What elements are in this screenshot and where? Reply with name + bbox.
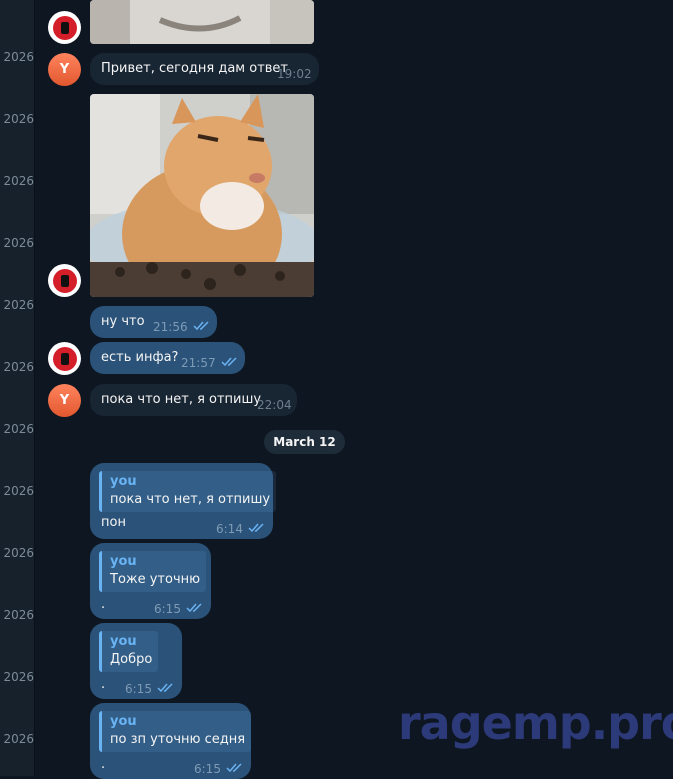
sidebar-year: 2026: [3, 236, 34, 250]
message-time: 6:15: [194, 762, 221, 776]
quote-author: you: [110, 474, 137, 489]
sidebar-year: 2026: [3, 112, 34, 126]
message-bubble-incoming[interactable]: пока что нет, я отпишу 22:04: [90, 384, 297, 416]
quote-author: you: [110, 634, 137, 649]
message-time: 21:56: [153, 320, 188, 334]
sidebar-year: 2026: [3, 422, 34, 436]
quote-text: Добро: [110, 652, 153, 667]
read-checkmarks-icon: [157, 683, 173, 693]
watermark-text: ragemp.pro: [398, 696, 673, 750]
logo-icon: [52, 15, 77, 40]
quote-author: you: [110, 554, 137, 569]
message-bubble-outgoing[interactable]: есть инфа? 21:57: [90, 342, 245, 374]
contact-avatar-letter[interactable]: Y: [48, 53, 81, 86]
read-checkmarks-icon: [226, 763, 242, 773]
message-text: Привет, сегодня дам ответ: [101, 61, 288, 76]
sidebar-year: 2026: [3, 174, 34, 188]
contact-avatar-letter[interactable]: Y: [48, 384, 81, 417]
read-checkmarks-icon: [221, 357, 237, 367]
message-time: 6:14: [216, 522, 243, 536]
quote-text: пока что нет, я отпишу: [110, 492, 271, 507]
contact-avatar-logo[interactable]: [48, 11, 81, 44]
reply-message-bubble[interactable]: you по зп уточню седня . 6:15: [90, 703, 252, 779]
quote-author: you: [110, 714, 137, 729]
date-divider: March 12: [264, 430, 345, 454]
message-time: 21:57: [181, 356, 216, 370]
reply-message-bubble[interactable]: you Тоже уточню . 6:15: [90, 543, 211, 619]
message-time: 6:15: [125, 682, 152, 696]
photo-message[interactable]: [90, 0, 314, 44]
reply-quote[interactable]: you пока что нет, я отпишу: [99, 471, 277, 512]
sidebar-date-column: 2026 2026 2026 2026 2026 2026 2026 2026 …: [0, 0, 35, 776]
read-checkmarks-icon: [193, 321, 209, 331]
sidebar-year: 2026: [3, 546, 34, 560]
message-time: 19:02: [277, 67, 312, 81]
message-text: пока что нет, я отпишу: [101, 392, 262, 407]
reply-message-bubble[interactable]: you Добро . 6:15: [90, 623, 182, 699]
message-bubble-incoming[interactable]: Привет, сегодня дам ответ 19:02: [90, 53, 319, 85]
quote-text: по зп уточню седня: [110, 732, 246, 747]
message-text: .: [101, 677, 106, 692]
sidebar-year: 2026: [3, 608, 34, 622]
chat-message-list[interactable]: Y Привет, сегодня дам ответ 19:02 ну что: [35, 0, 673, 779]
sidebar-year: 2026: [3, 50, 34, 64]
read-checkmarks-icon: [248, 523, 264, 533]
read-checkmarks-icon: [186, 603, 202, 613]
sidebar-year: 2026: [3, 484, 34, 498]
sidebar-year: 2026: [3, 298, 34, 312]
reply-message-bubble[interactable]: you пока что нет, я отпишу пон 6:14: [90, 463, 277, 539]
message-text: ну что: [101, 314, 145, 329]
message-text: .: [101, 757, 106, 772]
cat-photo-image: [90, 94, 314, 297]
sidebar-year: 2026: [3, 670, 34, 684]
message-bubble-outgoing[interactable]: ну что 21:56: [90, 306, 217, 338]
logo-icon: [52, 346, 77, 371]
sidebar-year: 2026: [3, 732, 34, 746]
message-text: есть инфа?: [101, 350, 179, 365]
cat-photo-image: [90, 0, 314, 44]
logo-icon: [52, 268, 77, 293]
reply-quote[interactable]: you Добро: [99, 631, 159, 672]
reply-quote[interactable]: you Тоже уточню: [99, 551, 207, 592]
sidebar-year: 2026: [3, 360, 34, 374]
contact-avatar-logo[interactable]: [48, 264, 81, 297]
photo-message[interactable]: [90, 94, 314, 297]
quote-text: Тоже уточню: [110, 572, 201, 587]
reply-quote[interactable]: you по зп уточню седня: [99, 711, 252, 752]
message-text: .: [101, 597, 106, 612]
message-time: 6:15: [154, 602, 181, 616]
message-text: пон: [101, 515, 126, 530]
contact-avatar-logo[interactable]: [48, 342, 81, 375]
message-time: 22:04: [257, 398, 292, 412]
